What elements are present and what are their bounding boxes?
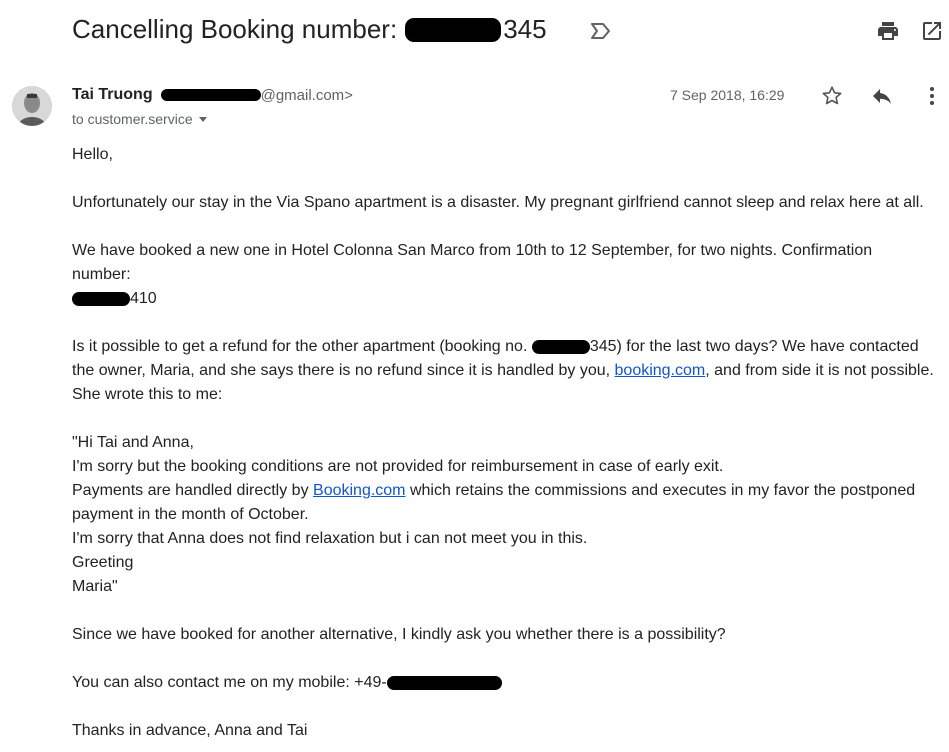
redacted-booking-number-inline — [531, 339, 590, 354]
quote-line-4: I'm sorry that Anna does not find relaxa… — [72, 530, 588, 547]
subject-suffix: 345 — [503, 14, 547, 44]
email-date: 7 Sep 2018, 16:29 — [670, 87, 785, 103]
paragraph-alternative: Since we have booked for another alterna… — [72, 626, 726, 643]
booking-com-link[interactable]: Booking.com — [313, 482, 406, 499]
quote-line-6: Maria" — [72, 578, 118, 595]
paragraph-stay: Unfortunately our stay in the Via Spano … — [72, 194, 924, 211]
closing: Thanks in advance, Anna and Tai — [72, 722, 308, 739]
redacted-phone-number — [386, 675, 502, 690]
paragraph-new-booking-line1: We have booked a new one in Hotel Colonn… — [72, 242, 873, 259]
print-icon[interactable] — [876, 19, 900, 43]
refund-text-a: Is it possible to get a refund for the o… — [72, 338, 532, 355]
chevron-down-icon — [198, 116, 207, 122]
confirmation-number: 410 — [72, 287, 942, 311]
redacted-email-user — [160, 89, 261, 101]
sender-line: Tai Truong @gmail.com> — [72, 86, 353, 104]
email-subject: Cancelling Booking number: 345 — [72, 14, 547, 45]
greeting: Hello, — [72, 146, 113, 163]
quote-text-a: Payments are handled directly by — [72, 482, 314, 499]
sender-name: Tai Truong — [72, 86, 153, 103]
quote-line-5: Greeting — [72, 554, 134, 571]
quote-line-3: Payments are handled directly by Booking… — [72, 479, 942, 527]
redacted-booking-number — [405, 17, 502, 42]
subject-prefix: Cancelling Booking number: — [72, 14, 398, 44]
quote-line-1: "Hi Tai and Anna, — [72, 434, 194, 451]
confirmation-suffix: 410 — [130, 290, 157, 307]
paragraph-refund-request: Is it possible to get a refund for the o… — [72, 335, 942, 407]
label-important-icon[interactable] — [590, 22, 612, 40]
reply-icon[interactable] — [870, 84, 894, 108]
more-vert-icon[interactable] — [920, 84, 944, 108]
email-body: Hello, Unfortunately our stay in the Via… — [72, 143, 942, 743]
avatar[interactable] — [12, 86, 52, 126]
open-in-new-window-icon[interactable] — [920, 19, 944, 43]
quote-line-2: I'm sorry but the booking conditions are… — [72, 458, 724, 475]
paragraph-new-booking-line2: number: — [72, 266, 131, 283]
contact-text: You can also contact me on my mobile: +4… — [72, 674, 387, 691]
recipient-details-toggle[interactable]: to customer.service — [72, 111, 207, 127]
recipient-label: to customer.service — [72, 111, 193, 127]
redacted-confirmation-number — [72, 291, 130, 306]
paragraph-contact: You can also contact me on my mobile: +4… — [72, 671, 942, 695]
star-icon[interactable] — [820, 84, 844, 108]
sender-email: @gmail.com> — [260, 86, 353, 104]
booking-link[interactable]: booking.com — [615, 362, 706, 379]
